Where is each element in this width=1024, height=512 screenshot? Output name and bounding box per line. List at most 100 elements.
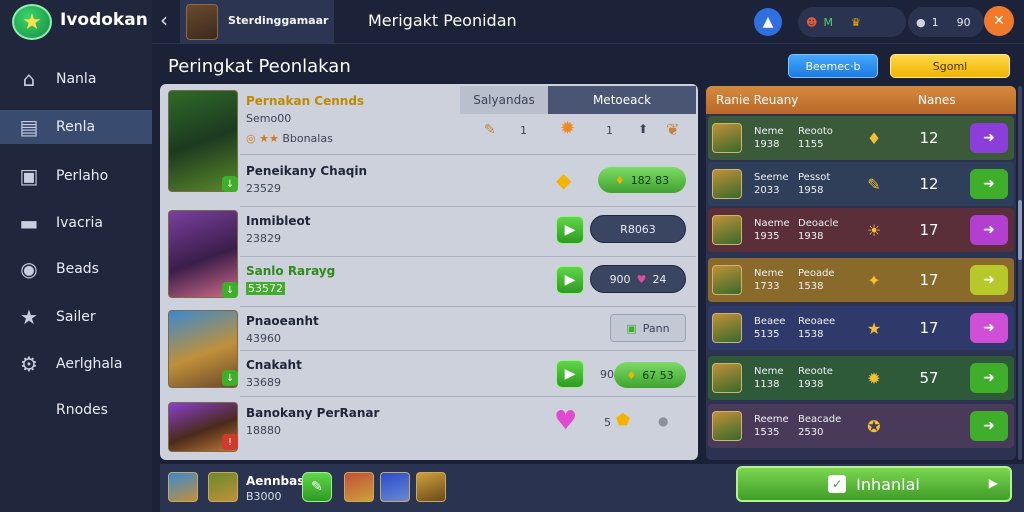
team-label: Aennbas: [246, 474, 305, 488]
leaderboard-row[interactable]: Naeme 1935 Deoacle 1938 ☀ 17 ➜: [708, 208, 1014, 252]
list-item-title: Pernakan Cennds: [246, 94, 365, 108]
leaderboard-row[interactable]: Neme 1938 Reooto 1155 ♦ 12 ➜: [708, 116, 1014, 160]
row-action-button[interactable]: ➜: [970, 215, 1008, 245]
reward-pill[interactable]: ♦ 182 83: [598, 167, 686, 193]
leaderboard-row[interactable]: Seeme 2033 Pessot 1958 ✎ 12 ➜: [708, 162, 1014, 206]
sidebar-item-label: Beads: [56, 261, 99, 277]
sidebar-item-home[interactable]: ⌂ Nanla: [0, 62, 152, 96]
filter-button[interactable]: Beemec·b: [788, 54, 878, 78]
reward-pill[interactable]: ♦ 67 53: [614, 362, 686, 388]
app-name: Ivodokan: [60, 10, 148, 30]
close-icon[interactable]: ✕: [984, 6, 1014, 36]
edit-team-button[interactable]: ✎: [302, 472, 332, 502]
play-button[interactable]: ▶: [556, 266, 584, 294]
folder-icon: ▬: [19, 211, 39, 235]
sidebar-item-badges[interactable]: ◉ Beads: [0, 252, 152, 286]
player-name: Naeme 1935: [754, 218, 790, 242]
sidebar-item-briefcase[interactable]: ▣ Perlaho: [0, 159, 152, 193]
team-hero-slot[interactable]: [344, 472, 374, 502]
value-pill[interactable]: R8063: [590, 215, 686, 243]
list-item-sub: 33689: [246, 376, 281, 389]
player-name: Beaee 5135: [754, 316, 786, 340]
row-action-button[interactable]: ➜: [970, 313, 1008, 343]
gold-icon: ◆: [556, 168, 572, 192]
row-action-button[interactable]: ➜: [970, 169, 1008, 199]
main-action-button[interactable]: ✓ Inhanlal ▶: [736, 466, 1012, 502]
leaderboard-row[interactable]: Neme 1138 Reoote 1938 ✹ 57 ➜: [708, 356, 1014, 400]
player-name: Seeme 2033: [754, 172, 789, 196]
tab-metoeack[interactable]: Metoeack: [548, 86, 696, 114]
row-action-button[interactable]: ➜: [970, 123, 1008, 153]
list-item-extra: ◎ ★★ Bbonalas: [246, 132, 333, 145]
tab-salyandas[interactable]: Salyandas: [460, 86, 548, 114]
sun-icon: ✹: [560, 118, 576, 139]
list-item-sub: 23529: [246, 182, 281, 195]
list-icon: ▤: [19, 115, 39, 139]
list-item-title: Pnaoeanht: [246, 314, 319, 328]
download-icon: ↓: [222, 176, 238, 192]
gear-icon: ⚙: [20, 352, 38, 376]
sidebar-item-label: Perlaho: [56, 168, 109, 184]
player-stats: Beacade 2530: [798, 414, 842, 438]
star-icon: ★: [20, 305, 38, 329]
team-value: B3000: [246, 490, 282, 503]
sidebar-item-label: Rnodes: [56, 402, 108, 418]
row-action-button[interactable]: ➜: [970, 265, 1008, 295]
leaderboard-row[interactable]: Reeme 1535 Beacade 2530 ✪ ➜: [708, 404, 1014, 448]
rank-score: 12: [919, 129, 939, 147]
hero-icon: ☻: [806, 15, 818, 29]
special-button[interactable]: Sgoml: [890, 54, 1010, 78]
scrollbar[interactable]: [1018, 86, 1022, 460]
player-stats: Deoacle 1938: [798, 218, 839, 242]
leaderboard-header: Ranie Reuany Nanes: [706, 86, 1016, 114]
hero-icon: [712, 363, 742, 393]
reward-icon: ★: [866, 318, 882, 338]
rank-score: 17: [919, 221, 939, 239]
back-icon[interactable]: ‹: [160, 8, 168, 32]
player-stats: Reoote 1938: [798, 366, 833, 390]
rank-up-icon[interactable]: ▲: [754, 8, 782, 36]
download-icon: ↓: [222, 282, 238, 298]
team-hero-slot[interactable]: [416, 472, 446, 502]
rank-score: 57: [919, 369, 939, 387]
list-item-sub: 43960: [246, 332, 281, 345]
list-item-title: Banokany PerRanar: [246, 406, 380, 420]
home-icon: ⌂: [22, 67, 36, 91]
player-stats: Reoaee 1538: [798, 316, 836, 340]
player-stats: Reooto 1155: [798, 126, 833, 150]
team-hero-slot[interactable]: [380, 472, 410, 502]
player-name: Reeme 1535: [754, 414, 789, 438]
list-item-sub: 23829: [246, 232, 281, 245]
list-item-title: Inmibleot: [246, 214, 311, 228]
row-action-button[interactable]: ➜: [970, 363, 1008, 393]
sidebar-item-ranking[interactable]: ▤ Renla: [0, 110, 152, 144]
sidebar-item-star[interactable]: ★ Sailer: [0, 300, 152, 334]
play-button[interactable]: ▶: [556, 360, 584, 388]
window-title: Merigakt Peonidan: [368, 11, 517, 30]
avatar: [186, 4, 218, 40]
row-action-button[interactable]: ➜: [970, 411, 1008, 441]
reward-icon: ☀: [866, 220, 882, 240]
leaderboard-row[interactable]: Beaee 5135 Reoaee 1538 ★ 17 ➜: [708, 306, 1014, 350]
sidebar-item-nodes[interactable]: Rnodes: [0, 393, 152, 427]
scrollbar-thumb[interactable]: [1018, 200, 1022, 260]
team-hero-slot[interactable]: [168, 472, 198, 502]
badge-icon: ◉: [20, 257, 38, 281]
coin-currency[interactable]: ● 1 90: [908, 7, 984, 37]
value-pill[interactable]: 900 ♥ 24: [590, 265, 686, 293]
play-button[interactable]: ▶: [556, 216, 584, 244]
team-hero-slot[interactable]: [208, 472, 238, 502]
sidebar-item-settings[interactable]: ⚙ Aerlghala: [0, 347, 152, 381]
claim-button[interactable]: ▣ Pann: [610, 314, 686, 342]
alert-icon: !: [222, 434, 238, 450]
hero-currency[interactable]: ☻ M ♛: [798, 7, 906, 37]
sidebar-item-label: Aerlghala: [56, 356, 123, 372]
up-arrow-icon: ⬆: [638, 122, 649, 136]
sidebar-item-folder[interactable]: ▬ Ivacria: [0, 206, 152, 240]
check-icon: ✓: [828, 475, 847, 493]
chevron-right-icon: ▶: [988, 476, 998, 490]
sidebar-item-label: Renla: [56, 119, 96, 135]
briefcase-icon: ▣: [19, 164, 39, 188]
leaderboard-row[interactable]: Neme 1733 Peoade 1538 ✦ 17 ➜: [708, 258, 1014, 302]
page-title: Peringkat Peonlakan: [168, 56, 351, 77]
